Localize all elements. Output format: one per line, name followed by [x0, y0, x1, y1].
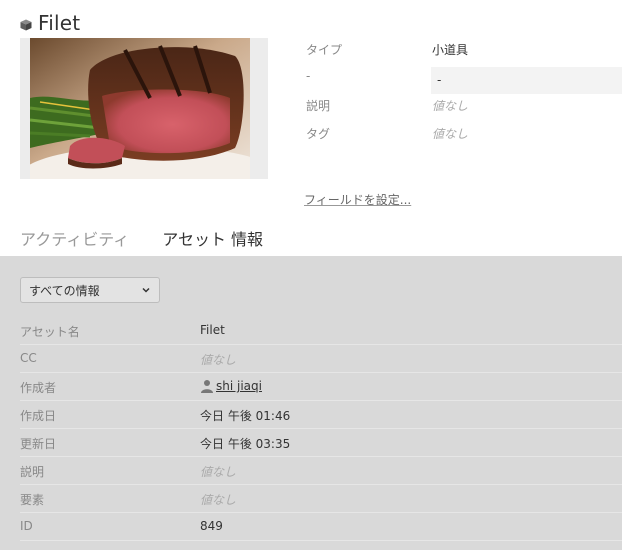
asset-header: Filet	[20, 8, 80, 38]
user-link[interactable]: shi jiaqi	[216, 379, 262, 393]
property-value[interactable]: 値なし	[432, 97, 468, 114]
property-key: タイプ	[306, 43, 343, 57]
chevron-down-icon	[142, 287, 150, 293]
info-row-updated-date: 更新日 今日 午後 03:35	[20, 429, 622, 457]
info-value[interactable]: 値なし	[200, 463, 236, 480]
property-value-field[interactable]: -	[431, 67, 622, 94]
info-key: 更新日	[20, 437, 57, 451]
property-value[interactable]: 値なし	[432, 125, 468, 142]
info-row-elements: 要素 値なし	[20, 485, 622, 513]
property-row-type: タイプ 小道具	[306, 36, 622, 64]
asset-info-panel: すべての情報 アセット名 Filet CC 値なし 作成者 shi jiaqi …	[0, 256, 622, 550]
property-row-unnamed: - -	[306, 64, 622, 94]
cube-icon	[20, 19, 32, 30]
info-key: アセット名	[20, 325, 80, 339]
property-key: -	[306, 69, 311, 83]
property-row-tags: タグ 値なし	[306, 120, 622, 148]
detail-tabs: アクティビティ アセット 情報	[20, 226, 263, 250]
user-icon	[201, 380, 213, 393]
property-value[interactable]: 小道具	[432, 41, 468, 58]
info-row-description: 説明 値なし	[20, 457, 622, 485]
property-row-description: 説明 値なし	[306, 92, 622, 120]
property-key: 説明	[306, 99, 331, 113]
info-key: 作成者	[20, 381, 57, 395]
property-key: タグ	[306, 127, 331, 141]
tab-asset-info[interactable]: アセット 情報	[162, 226, 263, 250]
info-key: 要素	[20, 493, 45, 507]
info-key: 作成日	[20, 409, 57, 423]
asset-thumbnail[interactable]	[20, 38, 268, 179]
configure-fields-link[interactable]: フィールドを設定...	[304, 191, 411, 208]
info-value[interactable]: 値なし	[200, 351, 236, 368]
asset-title: Filet	[38, 11, 81, 35]
info-value: Filet	[200, 323, 225, 337]
info-value[interactable]: 値なし	[200, 491, 236, 508]
info-value-user: shi jiaqi	[200, 379, 262, 393]
info-row-id: ID 849	[20, 513, 622, 541]
info-row-asset-name: アセット名 Filet	[20, 317, 622, 345]
thumbnail-image	[30, 38, 250, 179]
tab-activity[interactable]: アクティビティ	[20, 226, 129, 250]
info-key: CC	[20, 351, 37, 365]
info-filter-select[interactable]: すべての情報	[20, 277, 160, 303]
info-list: アセット名 Filet CC 値なし 作成者 shi jiaqi 作成日 今日 …	[20, 317, 622, 541]
info-value: 849	[200, 519, 223, 533]
info-filter-value: すべての情報	[29, 283, 100, 298]
info-row-created-by: 作成者 shi jiaqi	[20, 373, 622, 401]
info-key: 説明	[20, 465, 45, 479]
info-value: 今日 午後 03:35	[200, 437, 291, 451]
info-key: ID	[20, 519, 33, 533]
info-row-created-date: 作成日 今日 午後 01:46	[20, 401, 622, 429]
info-row-cc: CC 値なし	[20, 345, 622, 373]
info-value: 今日 午後 01:46	[200, 409, 291, 423]
asset-properties: タイプ 小道具 - - 説明 値なし タグ 値なし	[306, 36, 622, 148]
